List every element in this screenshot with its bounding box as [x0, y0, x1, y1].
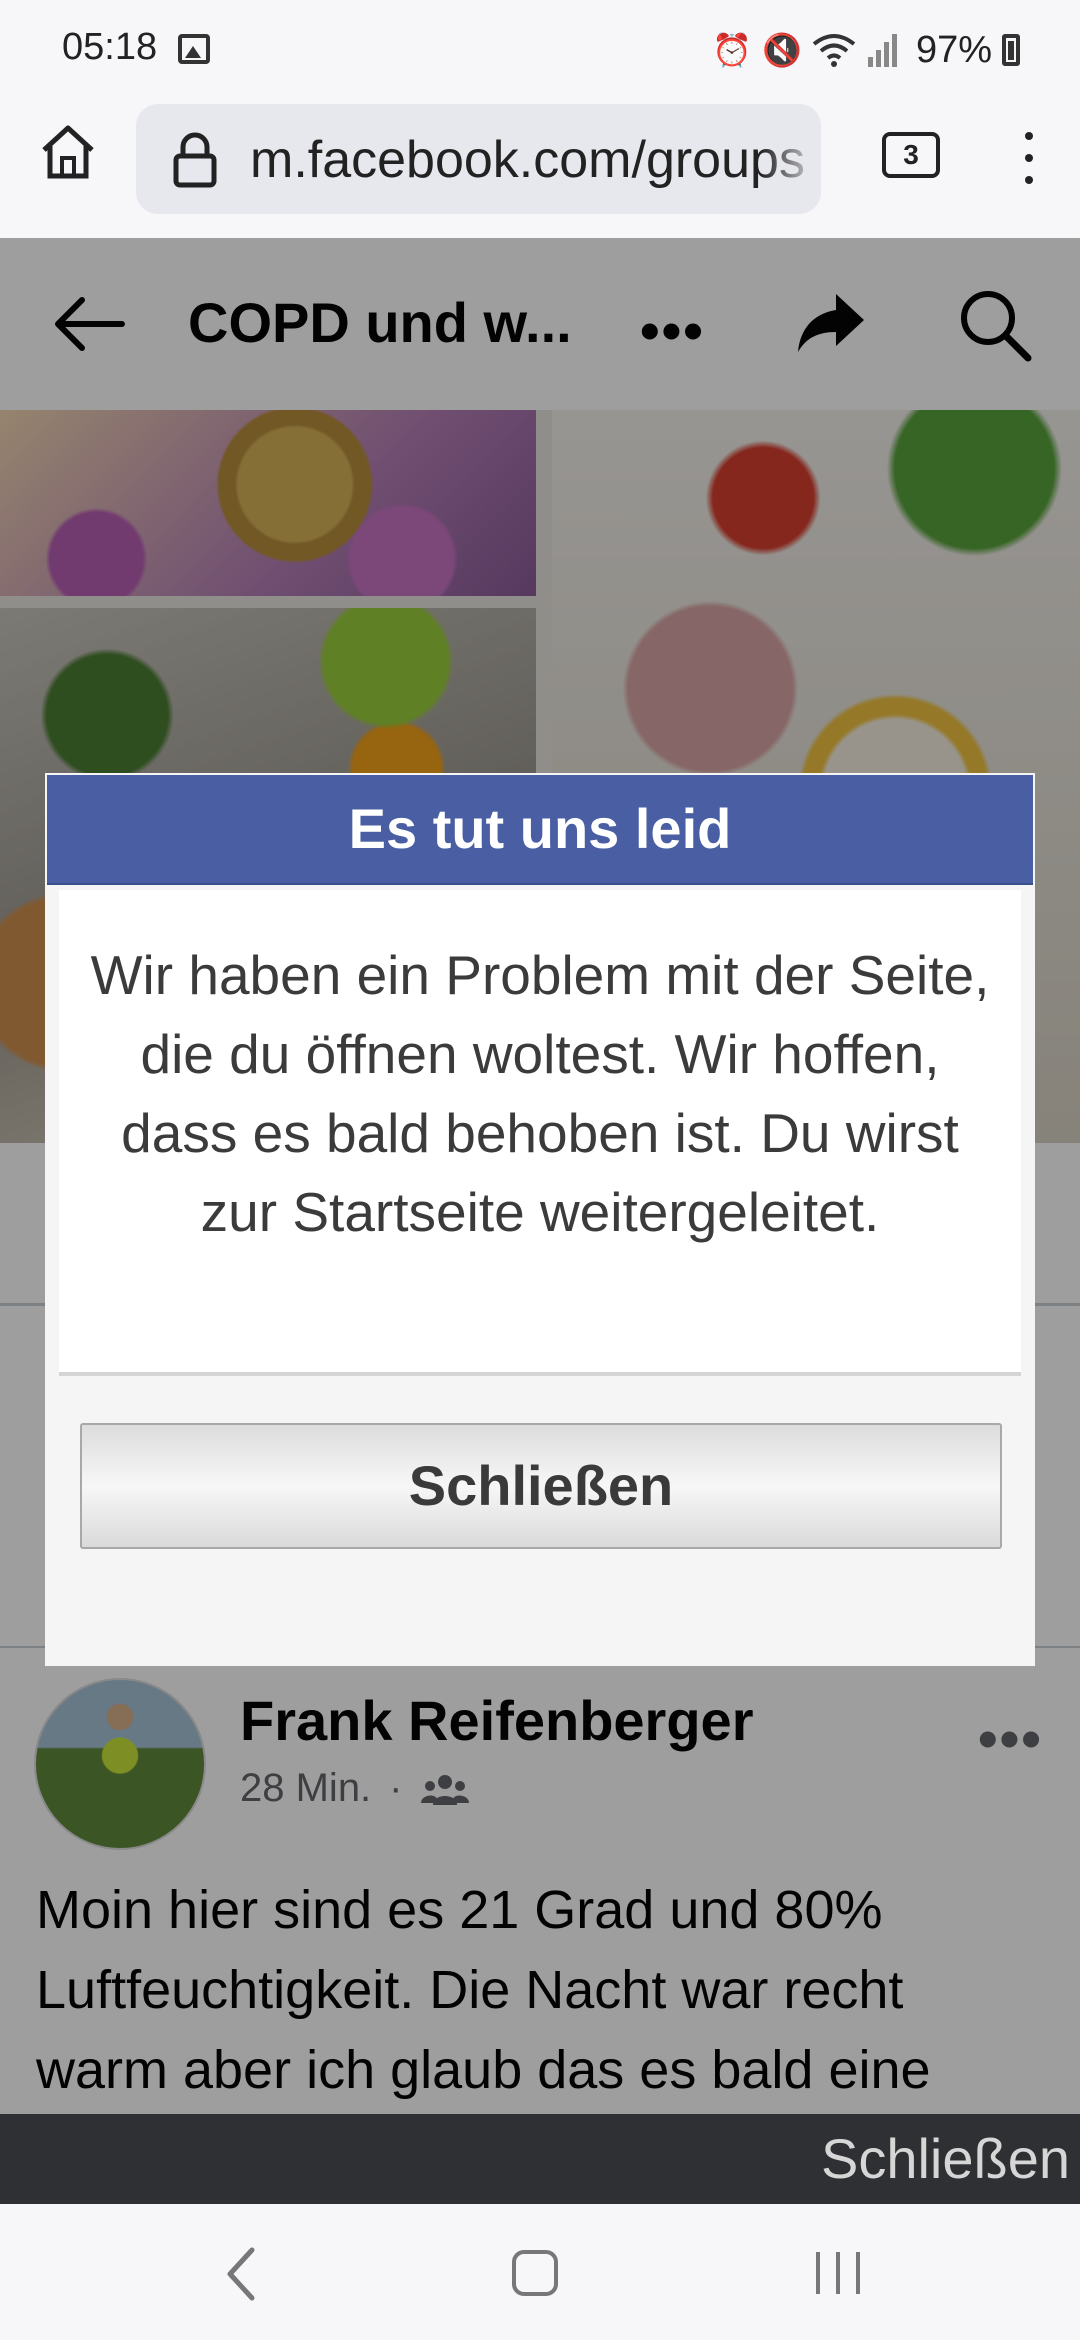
- home-icon[interactable]: [38, 122, 98, 182]
- snackbar-close-button[interactable]: Schließen: [821, 2126, 1070, 2191]
- snackbar: Schließen: [0, 2114, 1080, 2204]
- mute-icon: 🔇: [762, 32, 802, 68]
- wifi-icon: [812, 34, 856, 67]
- tabs-button[interactable]: 3: [882, 132, 940, 178]
- close-button[interactable]: Schließen: [80, 1423, 1002, 1549]
- navigation-bar: [0, 2204, 1080, 2340]
- battery-level: 97%: [915, 28, 992, 71]
- url-field[interactable]: m.facebook.com/groups: [136, 104, 821, 214]
- url-fade: [761, 104, 821, 214]
- status-icons: ⏰ 🔇 97%: [712, 26, 1020, 74]
- alarm-icon: ⏰: [712, 32, 753, 68]
- gallery-icon: [178, 34, 210, 64]
- nav-home-icon[interactable]: [512, 2250, 558, 2296]
- dialog-message: Wir haben ein Problem mit der Seite, die…: [90, 944, 990, 1243]
- dialog-header: Es tut uns leid: [47, 775, 1033, 885]
- dialog-body: Wir haben ein Problem mit der Seite, die…: [59, 890, 1021, 1376]
- browser-menu-button[interactable]: [1010, 128, 1050, 188]
- status-bar: 05:18 ⏰ 🔇 97%: [0, 0, 1080, 100]
- lock-icon: [173, 132, 217, 188]
- error-dialog: Es tut uns leid Wir haben ein Problem mi…: [45, 773, 1035, 1666]
- battery-icon: [1002, 34, 1020, 66]
- url-text: m.facebook.com/groups: [250, 131, 805, 189]
- signal-icon: [867, 34, 897, 67]
- status-time: 05:18: [62, 26, 158, 68]
- dialog-title: Es tut uns leid: [348, 797, 732, 860]
- nav-back-icon[interactable]: [222, 2246, 262, 2302]
- browser-toolbar: m.facebook.com/groups 3: [0, 100, 1080, 238]
- nav-recents-icon[interactable]: [816, 2252, 860, 2294]
